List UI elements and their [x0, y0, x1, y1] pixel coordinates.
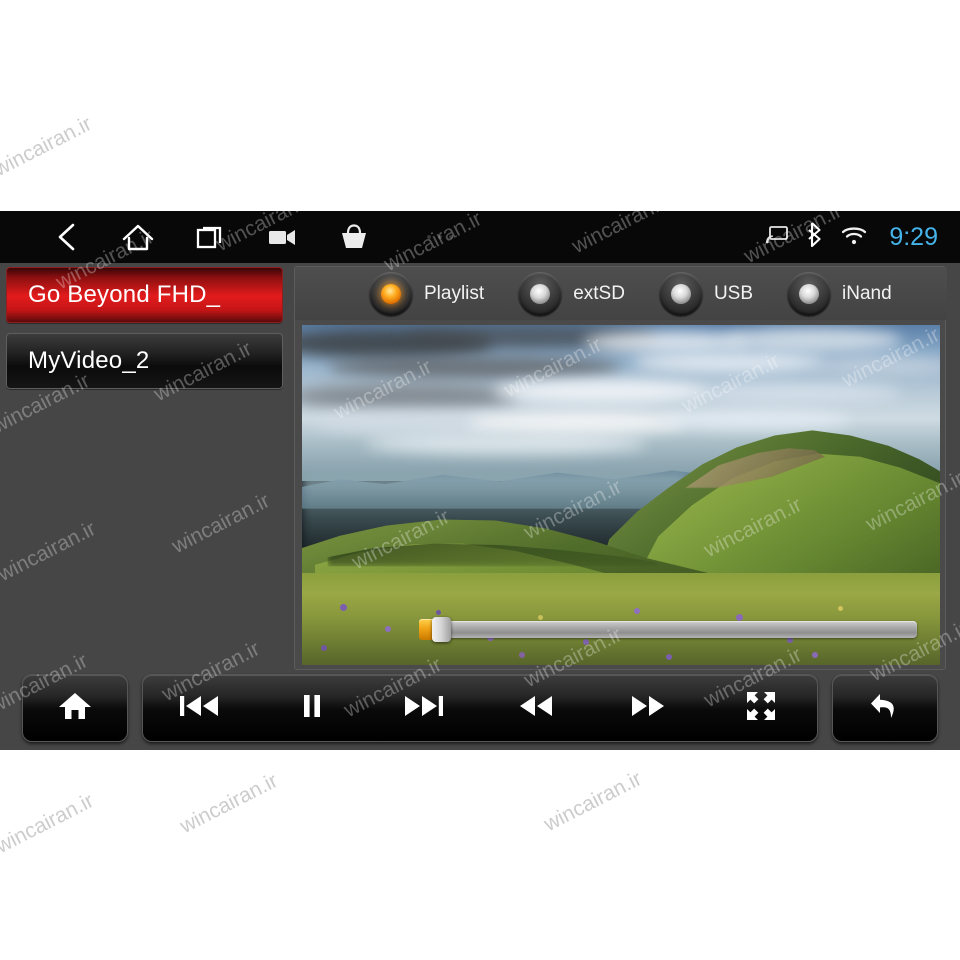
fast-forward-icon [628, 693, 668, 724]
playlist-item-label: Go Beyond FHD_ [28, 281, 221, 308]
video-surface[interactable] [302, 325, 940, 665]
rewind-button[interactable] [480, 674, 592, 742]
source-label: iNand [842, 282, 892, 304]
back-button[interactable] [832, 674, 938, 742]
previous-track-icon [178, 693, 220, 724]
return-arrow-icon [867, 690, 903, 727]
fullscreen-icon [745, 690, 777, 727]
wifi-icon[interactable] [841, 225, 867, 250]
source-selector-bar: Playlist extSD USB iNand [295, 267, 947, 320]
fast-forward-button[interactable] [592, 674, 704, 742]
car-head-unit-screen: 9:29 Go Beyond FHD_ MyVideo_2 Playlist e [0, 211, 960, 750]
source-label: extSD [573, 282, 625, 304]
watermark-text: wincairan.ir [176, 769, 282, 838]
previous-track-button[interactable] [143, 674, 255, 742]
back-icon[interactable] [30, 211, 102, 263]
next-track-button[interactable] [368, 674, 480, 742]
list-item[interactable]: MyVideo_2 [6, 333, 283, 389]
player-panel: Playlist extSD USB iNand [294, 266, 947, 670]
media-controls-group [142, 674, 818, 742]
watermark-text: wincairan.ir [0, 112, 96, 181]
bluetooth-icon[interactable] [805, 222, 824, 252]
home-icon[interactable] [102, 211, 174, 263]
playlist-sidebar: Go Beyond FHD_ MyVideo_2 [0, 263, 290, 673]
rewind-icon [516, 693, 556, 724]
recents-icon[interactable] [174, 211, 246, 263]
android-navigation-bar: 9:29 [0, 211, 960, 263]
navigation-buttons [30, 211, 490, 263]
screenshot-canvas: 9:29 Go Beyond FHD_ MyVideo_2 Playlist e [0, 0, 960, 960]
video-camera-icon[interactable] [246, 211, 318, 263]
seek-track[interactable] [448, 621, 917, 638]
source-option-extsd[interactable]: extSD [518, 271, 625, 316]
source-option-usb[interactable]: USB [658, 271, 754, 316]
pause-button[interactable] [255, 674, 367, 742]
overflow-dots-icon[interactable] [390, 211, 490, 263]
led-indicator-icon [369, 271, 413, 316]
list-item[interactable]: Go Beyond FHD_ [6, 267, 283, 323]
seek-bar[interactable] [419, 617, 917, 642]
status-clock: 9:29 [889, 222, 938, 251]
led-indicator-icon [658, 271, 703, 316]
source-option-inand[interactable]: iNand [787, 271, 892, 316]
status-icons: 9:29 [766, 211, 938, 263]
led-indicator-icon [518, 271, 563, 316]
pause-icon [301, 693, 323, 724]
led-indicator-icon [787, 271, 832, 316]
watermark-text: wincairan.ir [540, 767, 646, 836]
home-button[interactable] [22, 674, 128, 742]
transport-control-bar [0, 674, 960, 750]
source-label: Playlist [424, 282, 485, 304]
home-filled-icon [57, 690, 93, 727]
watermark-text: wincairan.ir [0, 789, 98, 858]
source-option-playlist[interactable]: Playlist [369, 271, 485, 316]
next-track-icon [403, 693, 445, 724]
seek-thumb-handle[interactable] [432, 617, 451, 642]
playlist-item-label: MyVideo_2 [28, 347, 150, 374]
basket-icon[interactable] [318, 211, 390, 263]
cast-icon[interactable] [766, 225, 789, 249]
fullscreen-button[interactable] [705, 674, 817, 742]
source-label: USB [713, 282, 754, 304]
